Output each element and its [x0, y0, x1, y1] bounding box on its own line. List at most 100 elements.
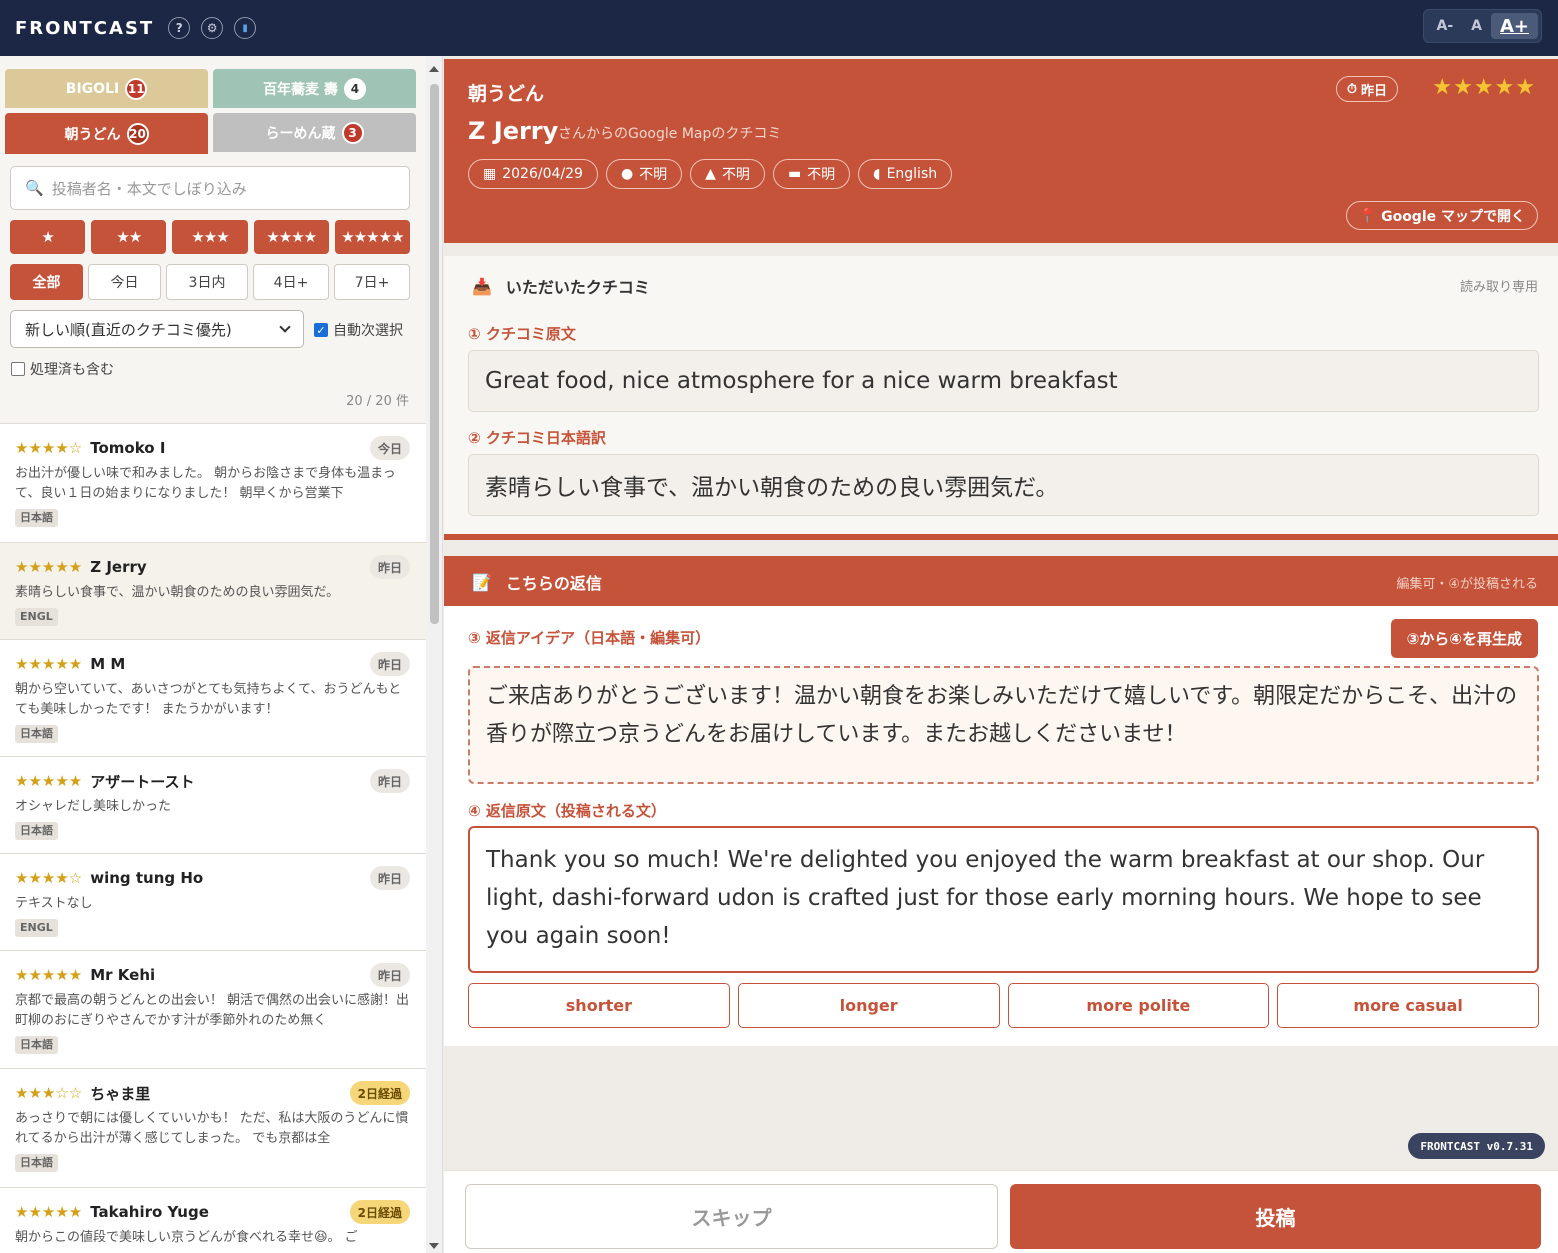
include-processed-checkbox[interactable]: 処理済も含む: [11, 359, 114, 379]
day-filter-3days[interactable]: 3日内: [166, 264, 248, 300]
font-size-large-button[interactable]: A+: [1490, 13, 1538, 39]
language-tag: 日本語: [15, 822, 58, 840]
chip-label: 不明: [639, 167, 668, 183]
review-snippet: お出汁が優しい味で和みました。 朝からお陰さまで身体も温まって、良い１日の始まり…: [15, 466, 396, 501]
include-processed-label: 処理済も含む: [30, 362, 114, 378]
scroll-up-icon[interactable]: [429, 66, 439, 72]
age-badge: 2日経過: [349, 1081, 410, 1105]
star-filter-3[interactable]: ★★★: [172, 220, 248, 254]
review-list-item[interactable]: ★★★★★ Mr Kehi 昨日 京都で最高の朝うどんとの出会い！ 朝活で偶然の出…: [0, 951, 426, 1069]
regenerate-button[interactable]: ③から④を再生成: [1390, 619, 1538, 658]
age-badge: 2日経過: [349, 1200, 410, 1224]
language-tag: 日本語: [15, 725, 58, 743]
font-size-switcher: A- A A+: [1423, 9, 1542, 43]
cake-icon: ▬: [787, 166, 802, 182]
age-badge: 昨日: [369, 652, 410, 676]
tone-more-casual-button[interactable]: more casual: [1277, 983, 1539, 1028]
scroll-down-icon[interactable]: [429, 1243, 439, 1249]
review-snippet: オシャレだし美味しかった: [15, 799, 172, 814]
rating-stars: ★★★★☆: [15, 869, 83, 887]
tone-more-polite-button[interactable]: more polite: [1007, 983, 1270, 1028]
shop-tab-label: BIGOLI: [65, 80, 120, 97]
globe-icon: ●: [620, 166, 634, 182]
tone-shorter-button[interactable]: shorter: [468, 983, 730, 1028]
chart-icon[interactable]: ▮: [234, 17, 257, 39]
rating-stars: ★★★☆☆: [15, 1084, 83, 1102]
shop-tab-asaudon[interactable]: 朝うどん 20: [5, 113, 208, 154]
star-filter-1[interactable]: ★: [10, 220, 86, 254]
language-chip: ◖ English: [858, 159, 953, 189]
shop-tab-count: 11: [125, 77, 148, 100]
review-meta-chips: ▦ 2026/04/29 ● 不明 ▲ 不明 ▬ 不明 ◖ English: [468, 159, 953, 189]
reply-original-textarea[interactable]: Thank you so much! We're delighted you e…: [468, 826, 1539, 973]
sidebar: BIGOLI 11 百年蕎麦 壽 4 朝うどん 20 らーめん蔵 3 🔍 投稿者…: [0, 56, 426, 1253]
action-footer: スキップ 投稿: [444, 1170, 1558, 1253]
speech-icon: ◖: [873, 166, 881, 182]
checkbox-unchecked-icon: [11, 362, 25, 376]
reply-header: 📝 こちらの返信 編集可・④が投稿される: [444, 556, 1558, 606]
chip-label: 2026/04/29: [502, 166, 583, 182]
original-review-label: ① クチコミ原文: [468, 325, 576, 343]
day-filter-4days-plus[interactable]: 4日+: [253, 264, 329, 300]
shop-tab-hyakunen[interactable]: 百年蕎麦 壽 4: [213, 69, 416, 108]
scroll-thumb[interactable]: [430, 84, 439, 624]
review-list-item[interactable]: ★★★★☆ wing tung Ho 昨日 テキストなし ENGL: [0, 854, 426, 951]
age-badge: 昨日: [369, 963, 410, 987]
translation-label: ② クチコミ日本語訳: [468, 429, 606, 447]
font-size-small-button[interactable]: A-: [1427, 13, 1462, 39]
review-list-item-selected[interactable]: ★★★★★ Z Jerry 昨日 素晴らしい食事で、温かい朝食のための良い雰囲気だ…: [0, 543, 426, 640]
version-badge: FRONTCAST v0.7.31: [1408, 1133, 1545, 1159]
reviewer-name: Mr Kehi: [90, 966, 156, 984]
sidebar-scrollbar[interactable]: [426, 56, 443, 1253]
star-filter-5[interactable]: ★★★★★: [334, 220, 411, 254]
clock-icon: ⏱: [1346, 81, 1357, 97]
search-placeholder: 投稿者名・本文でしぼり込み: [51, 179, 247, 198]
search-input[interactable]: 🔍 投稿者名・本文でしぼり込み: [10, 166, 410, 210]
review-list-item[interactable]: ★★★★★ Takahiro Yuge 2日経過 朝からこの値段で美味しい京うどん…: [0, 1188, 426, 1253]
star-filters: ★ ★★ ★★★ ★★★★ ★★★★★: [10, 220, 411, 254]
main-panel: 朝うどん Z Jerry さんからのGoogle Mapのクチコミ ⏱ 昨日 ★…: [444, 56, 1558, 1253]
reviewer-name: M M: [90, 655, 126, 673]
age-badge: 今日: [369, 436, 410, 460]
shop-tab-ramen[interactable]: らーめん蔵 3: [213, 113, 416, 152]
star-filter-4[interactable]: ★★★★: [253, 220, 329, 254]
star-filter-2[interactable]: ★★: [91, 220, 167, 254]
chip-label: 不明: [807, 167, 836, 183]
received-review-section: 📥 いただいたクチコミ 読み取り専用 ① クチコミ原文 Great food, …: [444, 256, 1558, 540]
calendar-icon: ▦: [483, 166, 497, 182]
review-list-item[interactable]: ★★★★★ アザートースト 昨日 オシャレだし美味しかった 日本語: [0, 757, 426, 854]
auto-next-checkbox[interactable]: ✓ 自動次選択: [314, 320, 403, 340]
review-list-item[interactable]: ★★★★☆ Tomoko I 今日 お出汁が優しい味で和みました。 朝からお陰さま…: [0, 424, 426, 543]
reviewer-name: wing tung Ho: [90, 869, 204, 887]
review-list-item[interactable]: ★★★☆☆ ちゃま里 2日経過 あっさりで朝には優しくていいかも！ ただ、私は大阪…: [0, 1069, 426, 1188]
open-google-maps-button[interactable]: 📍 Google マップで開く: [1345, 201, 1538, 230]
review-age-badge: ⏱ 昨日: [1335, 76, 1398, 102]
tone-longer-button[interactable]: longer: [737, 983, 1000, 1028]
shop-tab-bigoli[interactable]: BIGOLI 11: [5, 69, 208, 108]
brand-logo: FRONTCAST: [15, 17, 155, 39]
sort-select[interactable]: 新しい順(直近のクチコミ優先): [10, 310, 304, 348]
font-size-normal-button[interactable]: A: [1462, 13, 1491, 39]
rating-stars: ★★★★★: [15, 1203, 83, 1221]
auto-next-label: 自動次選択: [333, 323, 403, 339]
rating-stars: ★★★★★: [1432, 75, 1536, 100]
skip-button[interactable]: スキップ: [465, 1184, 998, 1249]
review-list-item[interactable]: ★★★★★ M M 昨日 朝から空いていて、あいさつがとても気持ちよくて、おうどん…: [0, 640, 426, 757]
reply-idea-textarea[interactable]: ご来店ありがとうございます！温かい朝食をお楽しみいただけて嬉しいです。朝限定だか…: [468, 666, 1539, 784]
day-filter-today[interactable]: 今日: [88, 264, 161, 300]
country-chip: ● 不明: [605, 159, 683, 189]
received-title-label: いただいたクチコミ: [505, 278, 650, 297]
gear-icon[interactable]: ⚙: [201, 17, 224, 39]
map-pin-icon: 📍: [1358, 207, 1377, 224]
reviewer-name: Takahiro Yuge: [90, 1203, 209, 1221]
day-filters: 全部 今日 3日内 4日+ 7日+: [10, 264, 410, 300]
age-chip: ▬ 不明: [772, 159, 851, 189]
shop-tab-count: 3: [341, 121, 364, 144]
day-filter-7days-plus[interactable]: 7日+: [334, 264, 410, 300]
day-filter-all[interactable]: 全部: [10, 264, 83, 300]
age-badge: 昨日: [369, 555, 410, 579]
review-list: ★★★★☆ Tomoko I 今日 お出汁が優しい味で和みました。 朝からお陰さま…: [0, 423, 426, 1253]
help-icon[interactable]: ?: [168, 17, 191, 39]
post-button[interactable]: 投稿: [1010, 1184, 1541, 1249]
review-snippet: 朝から空いていて、あいさつがとても気持ちよくて、おうどんもとても美味しかったです…: [15, 682, 402, 717]
